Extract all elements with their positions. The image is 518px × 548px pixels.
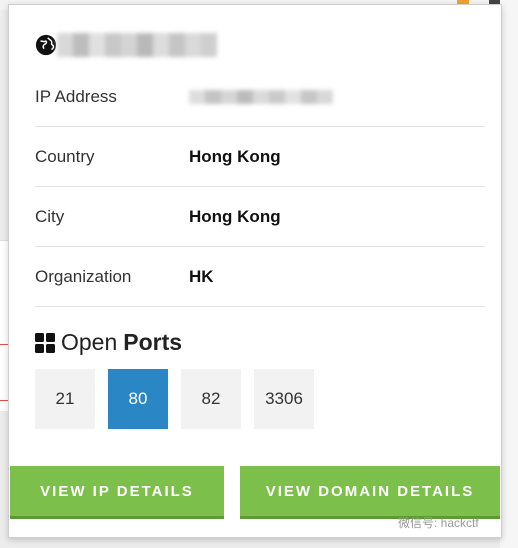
redacted-ip-value [189,89,333,104]
extension-popup: IP Address Country Hong Kong City Hong K… [8,4,502,538]
info-label: Organization [35,266,132,286]
info-label: IP Address [35,86,117,106]
page-scrollbar[interactable] [500,0,518,548]
info-label: City [35,206,65,226]
ports-title-prefix: Open [61,329,118,355]
info-row-city: City Hong Kong [35,187,485,247]
ports-title-bold: Ports [123,329,183,355]
grid-icon [35,332,55,353]
info-value: Hong Kong [189,206,281,226]
info-row-ip: IP Address [35,67,485,127]
port-chip[interactable]: 82 [181,369,241,429]
info-row-country: Country Hong Kong [35,127,485,187]
view-ip-details-button[interactable]: VIEW IP DETAILS [10,466,224,519]
popup-header [35,33,217,57]
info-row-organization: Organization HK [35,247,485,307]
port-chip[interactable]: 3306 [254,369,314,429]
globe-icon [35,34,57,56]
port-chip-active[interactable]: 80 [108,369,168,429]
info-value: HK [189,266,214,286]
info-label: Country [35,146,95,166]
redacted-hostname [57,33,217,57]
port-chip[interactable]: 21 [35,369,95,429]
view-domain-details-button[interactable]: VIEW DOMAIN DETAILS [240,466,500,519]
open-ports-heading: Open Ports [35,329,182,356]
watermark: 微信号: hackctf [398,516,479,530]
ports-list: 21 80 82 3306 [35,369,314,429]
info-value: Hong Kong [189,146,281,166]
info-table: IP Address Country Hong Kong City Hong K… [35,67,485,307]
